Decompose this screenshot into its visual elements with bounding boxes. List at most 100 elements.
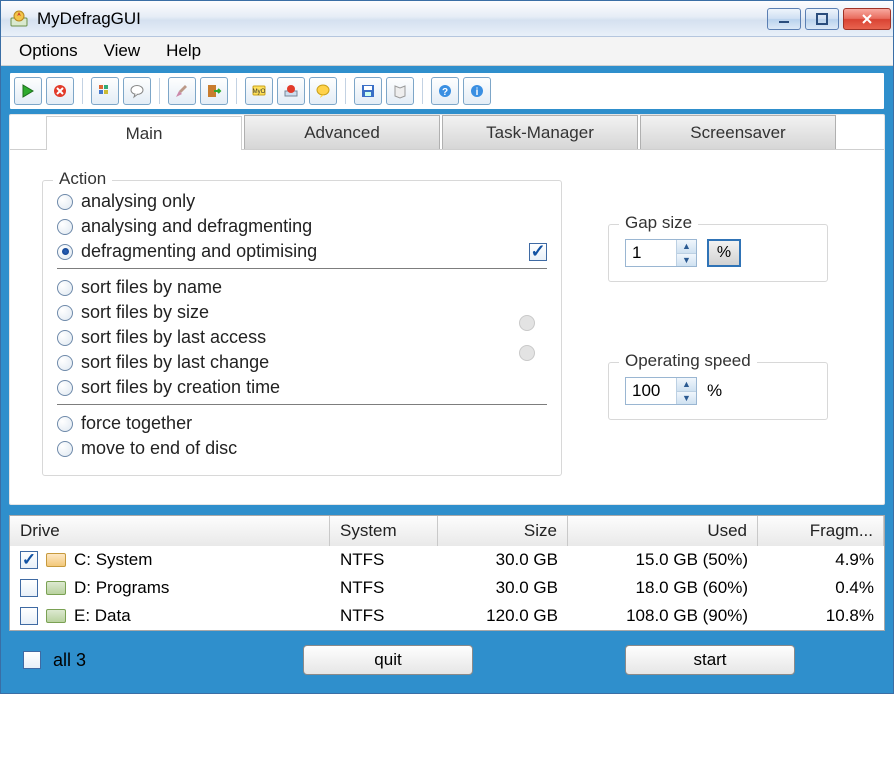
chevron-up-icon[interactable]: ▲ — [677, 240, 696, 253]
defrag-icon[interactable] — [277, 77, 305, 105]
col-system[interactable]: System — [330, 516, 438, 546]
menu-view[interactable]: View — [92, 39, 153, 63]
maximize-button[interactable] — [805, 8, 839, 30]
play-icon[interactable] — [14, 77, 42, 105]
radio-icon — [57, 305, 73, 321]
radio-icon — [57, 355, 73, 371]
opt-analyse-only[interactable]: analysing only — [57, 189, 547, 214]
close-button[interactable] — [843, 8, 891, 30]
comment-icon[interactable] — [123, 77, 151, 105]
main-panel: Main Advanced Task-Manager Screensaver A… — [9, 114, 885, 505]
all-checkbox[interactable] — [23, 651, 41, 669]
book-icon[interactable] — [386, 77, 414, 105]
opt-sort-last-access[interactable]: sort files by last access — [57, 325, 507, 350]
opt-checkbox[interactable]: ✓ — [529, 243, 547, 261]
stop-icon[interactable] — [46, 77, 74, 105]
footer: all 3 quit start — [9, 631, 885, 679]
tab-task-manager[interactable]: Task-Manager — [442, 115, 638, 149]
opt-sort-last-change[interactable]: sort files by last change — [57, 350, 507, 375]
all-label: all 3 — [53, 650, 86, 671]
gap-pct-button[interactable]: % — [707, 239, 741, 267]
titlebar: MyDefragGUI — [1, 1, 893, 37]
myo-icon[interactable]: MyO — [245, 77, 273, 105]
svg-text:i: i — [476, 87, 479, 98]
tab-main[interactable]: Main — [46, 116, 242, 150]
row-checkbox[interactable] — [20, 607, 38, 625]
exit-icon[interactable] — [200, 77, 228, 105]
col-drive[interactable]: Drive — [10, 516, 330, 546]
row-checkbox[interactable]: ✓ — [20, 551, 38, 569]
drive-size: 120.0 GB — [438, 602, 568, 630]
app-window: MyDefragGUI Options View Help MyO — [0, 0, 894, 694]
opt-defrag-optimise[interactable]: defragmenting and optimising ✓ — [57, 239, 547, 264]
drive-frag: 10.8% — [758, 602, 884, 630]
opt-analyse-defrag[interactable]: analysing and defragmenting — [57, 214, 547, 239]
col-used[interactable]: Used — [568, 516, 758, 546]
minimize-button[interactable] — [767, 8, 801, 30]
opt-sort-name[interactable]: sort files by name — [57, 275, 507, 300]
drive-icon — [46, 553, 66, 567]
drive-size: 30.0 GB — [438, 574, 568, 602]
opt-sort-size[interactable]: sort files by size — [57, 300, 507, 325]
svg-text:MyO: MyO — [253, 89, 266, 95]
app-icon — [9, 9, 29, 29]
radio-icon — [57, 219, 73, 235]
gap-spin[interactable]: ▲▼ — [625, 239, 697, 267]
tab-screensaver[interactable]: Screensaver — [640, 115, 836, 149]
quit-button[interactable]: quit — [303, 645, 473, 675]
radio-icon — [57, 330, 73, 346]
chevron-down-icon[interactable]: ▼ — [677, 253, 696, 267]
chevron-down-icon[interactable]: ▼ — [677, 391, 696, 405]
info-icon[interactable]: i — [463, 77, 491, 105]
svg-text:?: ? — [442, 87, 448, 98]
col-fragm[interactable]: Fragm... — [758, 516, 884, 546]
drive-name: C: System — [74, 550, 152, 570]
speed-input[interactable] — [626, 378, 676, 404]
tab-strip: Main Advanced Task-Manager Screensaver — [10, 115, 884, 149]
chevron-up-icon[interactable]: ▲ — [677, 378, 696, 391]
table-header: Drive System Size Used Fragm... — [10, 516, 884, 546]
speed-group: Operating speed ▲▼ % — [608, 362, 828, 420]
toolbar: MyO ? i — [9, 72, 885, 110]
broom-icon[interactable] — [168, 77, 196, 105]
help-icon[interactable]: ? — [431, 77, 459, 105]
chat-icon[interactable] — [309, 77, 337, 105]
table-row[interactable]: D: Programs NTFS30.0 GB18.0 GB (60%)0.4% — [10, 574, 884, 602]
drive-size: 30.0 GB — [438, 546, 568, 574]
speed-spin[interactable]: ▲▼ — [625, 377, 697, 405]
gap-input[interactable] — [626, 240, 676, 266]
drive-used: 18.0 GB (60%) — [568, 574, 758, 602]
opt-force-together[interactable]: force together — [57, 411, 547, 436]
speed-legend: Operating speed — [619, 351, 757, 371]
drive-fs: NTFS — [330, 546, 438, 574]
gap-size-group: Gap size ▲▼ % — [608, 224, 828, 282]
col-size[interactable]: Size — [438, 516, 568, 546]
opt-sort-creation[interactable]: sort files by creation time — [57, 375, 507, 400]
start-button[interactable]: start — [625, 645, 795, 675]
drive-fs: NTFS — [330, 574, 438, 602]
radio-icon — [57, 244, 73, 260]
drive-frag: 0.4% — [758, 574, 884, 602]
opt-move-end[interactable]: move to end of disc — [57, 436, 547, 461]
drive-icon — [46, 609, 66, 623]
drive-name: D: Programs — [74, 578, 169, 598]
drive-icon — [46, 581, 66, 595]
radio-icon — [57, 441, 73, 457]
ghost-radio — [519, 315, 535, 331]
action-legend: Action — [53, 169, 112, 189]
drive-fs: NTFS — [330, 602, 438, 630]
save-icon[interactable] — [354, 77, 382, 105]
grid-icon[interactable] — [91, 77, 119, 105]
tab-advanced[interactable]: Advanced — [244, 115, 440, 149]
radio-icon — [57, 280, 73, 296]
menu-help[interactable]: Help — [154, 39, 213, 63]
table-row[interactable]: E: DataNTFS120.0 GB108.0 GB (90%)10.8% — [10, 602, 884, 630]
window-title: MyDefragGUI — [37, 9, 767, 29]
table-row[interactable]: ✓C: SystemNTFS30.0 GB15.0 GB (50%)4.9% — [10, 546, 884, 574]
row-checkbox[interactable] — [20, 579, 38, 597]
drive-frag: 4.9% — [758, 546, 884, 574]
gap-legend: Gap size — [619, 213, 698, 233]
menu-options[interactable]: Options — [7, 39, 90, 63]
ghost-radio — [519, 345, 535, 361]
drive-table: Drive System Size Used Fragm... ✓ C: Syst… — [9, 515, 885, 631]
